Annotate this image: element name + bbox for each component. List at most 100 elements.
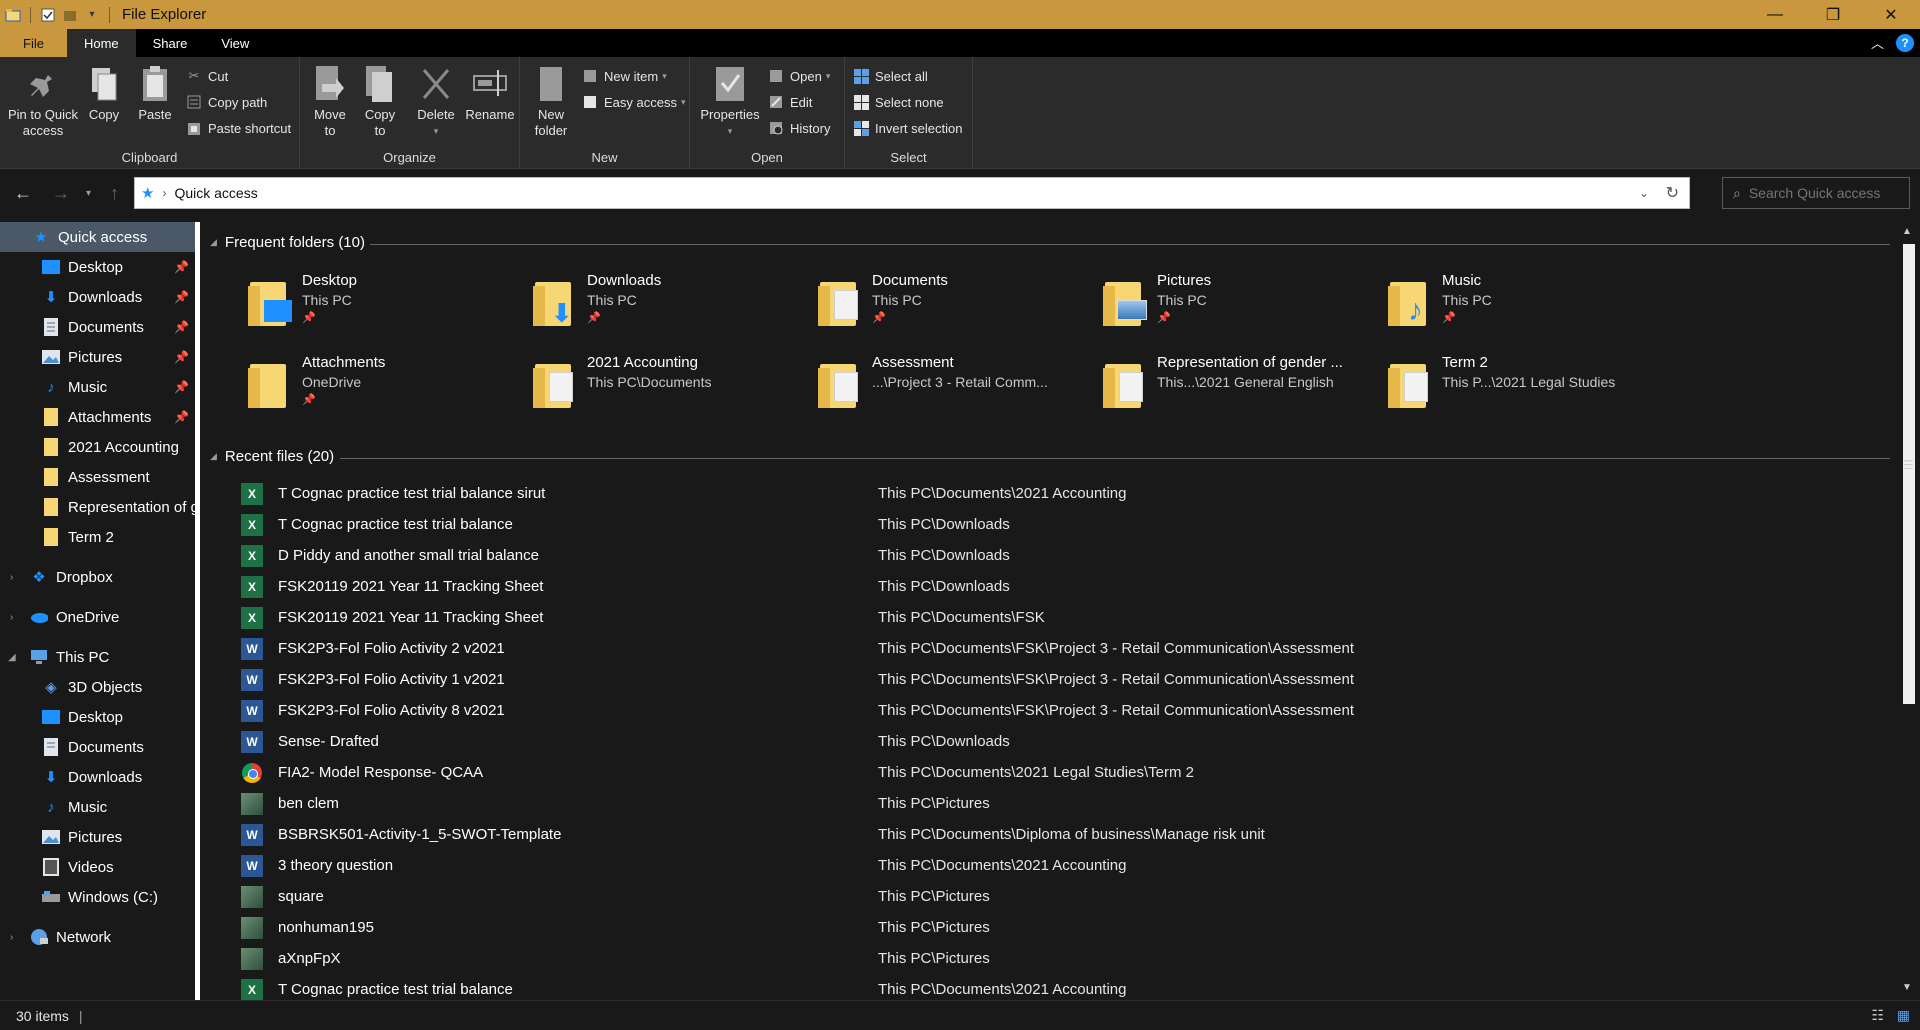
recent-file-row[interactable]: W FSK2P3-Fol Folio Activity 8 v2021 This P…	[240, 695, 1840, 726]
nav-this-pc[interactable]: This PC	[0, 642, 195, 672]
paste-button[interactable]: Paste	[132, 63, 178, 123]
delete-button[interactable]: Delete ▾	[414, 63, 458, 139]
copy-path-button[interactable]: Copy path	[186, 91, 267, 113]
rename-button[interactable]: Rename	[464, 63, 516, 123]
nav-documents[interactable]: Documents 📌	[0, 312, 195, 342]
tab-share[interactable]: Share	[136, 29, 205, 57]
recent-file-row[interactable]: aXnpFpX This PC\Pictures	[240, 943, 1840, 974]
nav-pc-videos[interactable]: Videos	[0, 852, 195, 882]
copy-button[interactable]: Copy	[84, 63, 124, 123]
frequent-folder-pictures[interactable]: Pictures This PC 📌	[1101, 272, 1381, 346]
explorer-app-icon[interactable]	[2, 4, 24, 26]
nav-pc-music[interactable]: ♪ Music	[0, 792, 195, 822]
tab-file[interactable]: File	[0, 29, 67, 57]
invert-selection-button[interactable]: Invert selection	[853, 117, 962, 139]
cut-button[interactable]: ✂ Cut	[186, 65, 229, 87]
vertical-scrollbar[interactable]: ▲ ☰ ▼	[1898, 222, 1920, 1000]
paste-shortcut-button[interactable]: Paste shortcut	[186, 117, 291, 139]
recent-file-row[interactable]: W Sense- Drafted This PC\Downloads	[240, 726, 1840, 757]
nav-network[interactable]: Network	[0, 922, 195, 952]
nav-music[interactable]: ♪ Music 📌	[0, 372, 195, 402]
tab-home[interactable]: Home	[66, 29, 136, 57]
address-path[interactable]: Quick access	[174, 185, 257, 201]
select-all-button[interactable]: Select all	[853, 65, 928, 87]
close-button[interactable]: ✕	[1862, 0, 1920, 29]
nav-quick-access[interactable]: ★ Quick access	[0, 222, 195, 252]
recent-file-row[interactable]: W 3 theory question This PC\Documents\2021…	[240, 850, 1840, 881]
search-input[interactable]	[1748, 185, 1899, 201]
move-to-button[interactable]: Move to	[310, 63, 350, 139]
nav-dropbox[interactable]: ❖ Dropbox	[0, 562, 195, 592]
recent-file-row[interactable]: W FSK2P3-Fol Folio Activity 1 v2021 This P…	[240, 664, 1840, 695]
properties-button[interactable]: Properties ▾	[698, 63, 762, 139]
frequent-folders-header[interactable]: ◢ Frequent folders (10)	[210, 234, 365, 251]
customize-qat-icon[interactable]: ▾	[81, 4, 103, 26]
history-button[interactable]: History	[768, 117, 830, 139]
forward-arrow-icon[interactable]: →	[52, 183, 70, 204]
nav-pictures[interactable]: Pictures 📌	[0, 342, 195, 372]
details-view-icon[interactable]: ☷	[1871, 1007, 1884, 1024]
recent-file-row[interactable]: X FSK20119 2021 Year 11 Tracking Sheet Thi…	[240, 571, 1840, 602]
frequent-folder-assessment[interactable]: Assessment ...\Project 3 - Retail Comm...	[816, 354, 1096, 428]
minimize-button[interactable]: —	[1746, 0, 1804, 29]
properties-qat-icon[interactable]	[37, 4, 59, 26]
nav-desktop[interactable]: Desktop 📌	[0, 252, 195, 282]
nav-attachments[interactable]: Attachments 📌	[0, 402, 195, 432]
nav-pc-documents[interactable]: Documents	[0, 732, 195, 762]
open-button[interactable]: Open ▾	[768, 65, 830, 87]
frequent-folder-desktop[interactable]: Desktop This PC 📌	[246, 272, 526, 346]
frequent-folder-2021-accounting[interactable]: 2021 Accounting This PC\Documents	[531, 354, 811, 428]
nav-representation-of-gender[interactable]: Representation of g	[0, 492, 195, 522]
tab-view[interactable]: View	[204, 29, 266, 57]
recent-file-row[interactable]: FIA2- Model Response- QCAA This PC\Docume…	[240, 757, 1840, 788]
frequent-folder-downloads[interactable]: ⬇ Downloads This PC 📌	[531, 272, 811, 346]
select-none-button[interactable]: Select none	[853, 91, 944, 113]
nav-pc-desktop[interactable]: Desktop	[0, 702, 195, 732]
large-icons-view-icon[interactable]: ▦	[1897, 1007, 1910, 1024]
nav-pc-downloads[interactable]: ⬇ Downloads	[0, 762, 195, 792]
pin-to-quick-access-button[interactable]: Pin to Quick access	[6, 63, 80, 139]
search-box[interactable]: ⌕	[1722, 177, 1910, 209]
nav-term-2[interactable]: Term 2	[0, 522, 195, 552]
nav-assessment[interactable]: Assessment	[0, 462, 195, 492]
recent-file-row[interactable]: ben clem This PC\Pictures	[240, 788, 1840, 819]
frequent-folder-documents[interactable]: Documents This PC 📌	[816, 272, 1096, 346]
nav-onedrive[interactable]: OneDrive	[0, 602, 195, 632]
scroll-down-icon[interactable]: ▼	[1902, 982, 1912, 993]
frequent-folder-music[interactable]: ♪ Music This PC 📌	[1386, 272, 1666, 346]
new-item-button[interactable]: New item ▾	[582, 65, 667, 87]
new-folder-qat-icon[interactable]	[59, 4, 81, 26]
recent-file-row[interactable]: X FSK20119 2021 Year 11 Tracking Sheet Thi…	[240, 602, 1840, 633]
pane-options-icon[interactable]: ☰	[1903, 458, 1914, 472]
frequent-folder-representation-of-gender[interactable]: Representation of gender ... This...\2021…	[1101, 354, 1381, 428]
frequent-folder-attachments[interactable]: Attachments OneDrive 📌	[246, 354, 526, 428]
recent-locations-chevron-icon[interactable]: ▾	[86, 188, 91, 199]
address-bar[interactable]: ★ › Quick access ⌄ ↻	[134, 177, 1690, 209]
copy-to-button[interactable]: Copy to	[360, 63, 400, 139]
scroll-up-icon[interactable]: ▲	[1902, 226, 1912, 237]
collapse-ribbon-icon[interactable]: ︿	[1871, 33, 1884, 52]
scrollbar-thumb[interactable]	[1903, 244, 1915, 704]
nav-pc-pictures[interactable]: Pictures	[0, 822, 195, 852]
easy-access-button[interactable]: Easy access ▾	[582, 91, 686, 113]
up-arrow-icon[interactable]: ↑	[110, 183, 119, 204]
address-dropdown-icon[interactable]: ⌄	[1639, 186, 1649, 200]
recent-file-row[interactable]: X T Cognac practice test trial balance si…	[240, 478, 1840, 509]
edit-button[interactable]: Edit	[768, 91, 812, 113]
recent-file-row[interactable]: X D Piddy and another small trial balance…	[240, 540, 1840, 571]
maximize-button[interactable]: ❐	[1804, 0, 1862, 29]
recent-file-row[interactable]: nonhuman195 This PC\Pictures	[240, 912, 1840, 943]
nav-downloads[interactable]: ⬇ Downloads 📌	[0, 282, 195, 312]
recent-file-row[interactable]: square This PC\Pictures	[240, 881, 1840, 912]
recent-files-header[interactable]: ◢ Recent files (20)	[210, 448, 334, 465]
nav-2021-accounting[interactable]: 2021 Accounting	[0, 432, 195, 462]
recent-file-row[interactable]: X T Cognac practice test trial balance Thi…	[240, 509, 1840, 540]
recent-file-row[interactable]: W FSK2P3-Fol Folio Activity 2 v2021 This P…	[240, 633, 1840, 664]
nav-3d-objects[interactable]: ◈ 3D Objects	[0, 672, 195, 702]
new-folder-button[interactable]: New folder	[528, 63, 574, 139]
recent-file-row[interactable]: X T Cognac practice test trial balance Thi…	[240, 974, 1840, 1000]
frequent-folder-term-2[interactable]: Term 2 This P...\2021 Legal Studies	[1386, 354, 1666, 428]
recent-file-row[interactable]: W BSBRSK501-Activity-1_5-SWOT-Template Thi…	[240, 819, 1840, 850]
back-arrow-icon[interactable]: ←	[14, 183, 32, 204]
refresh-icon[interactable]: ↻	[1666, 183, 1679, 203]
